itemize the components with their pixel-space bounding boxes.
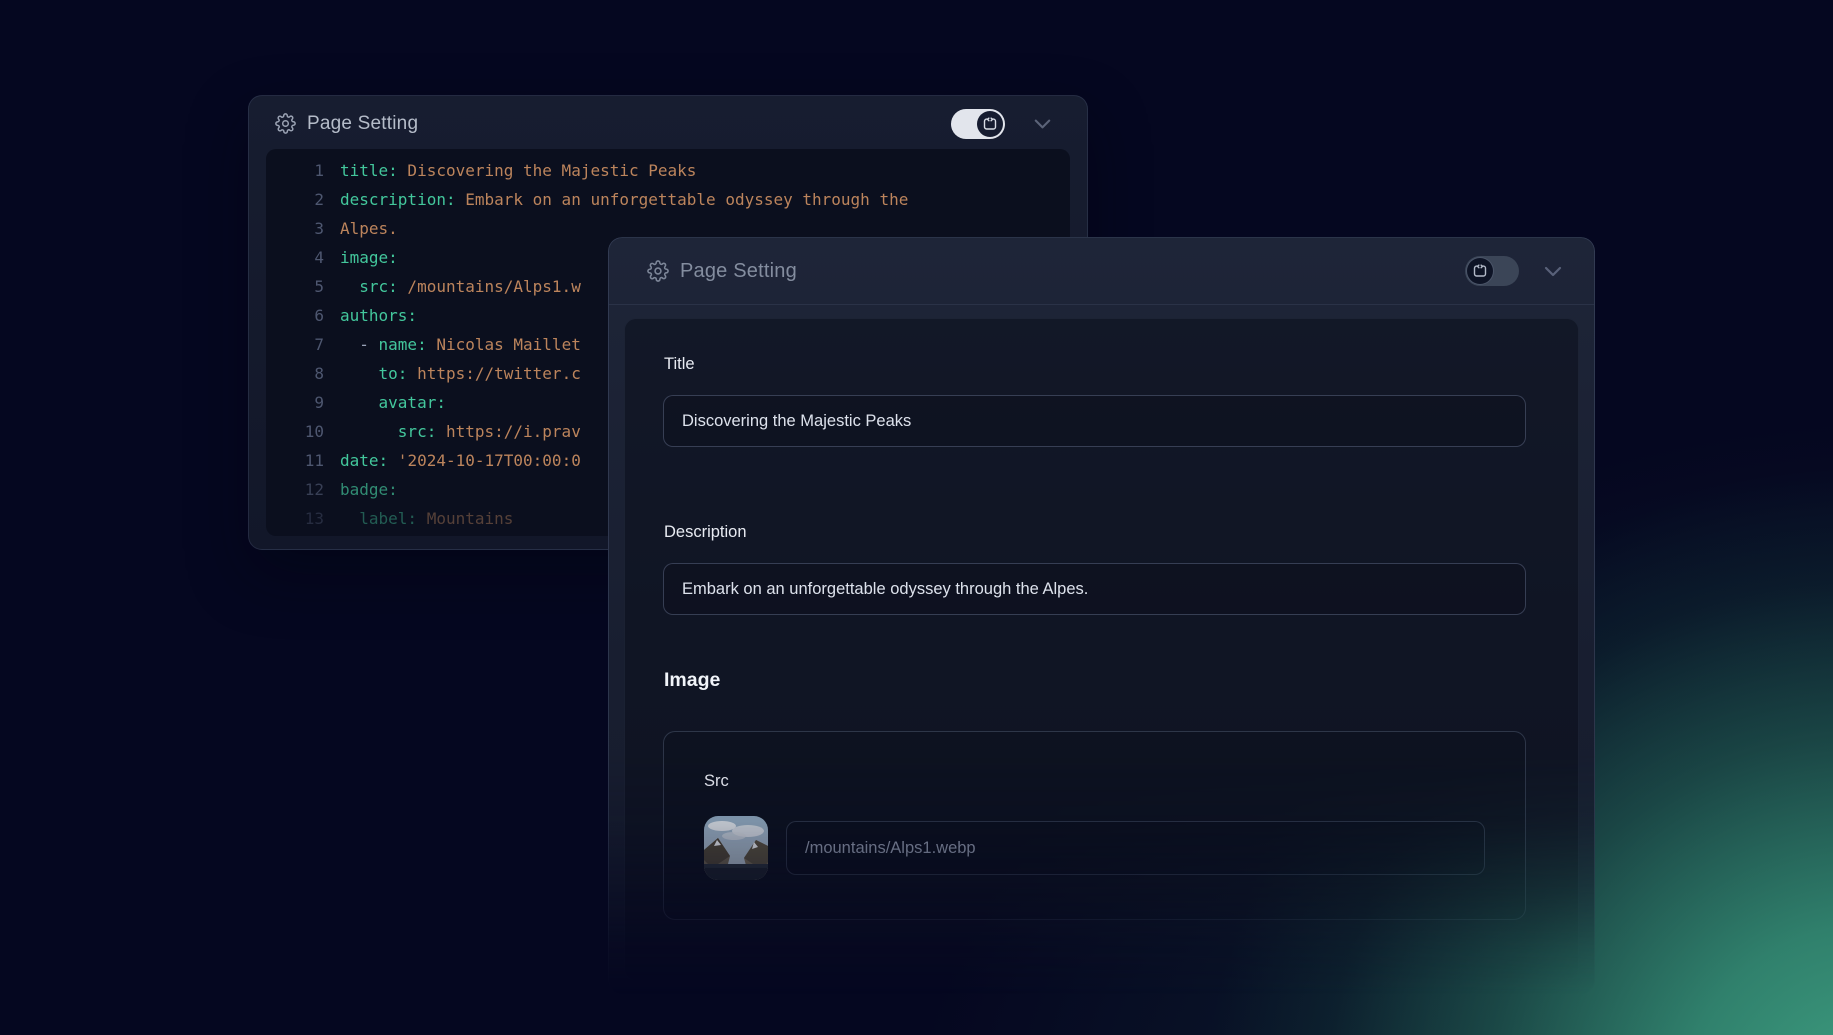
code-view-toggle[interactable] bbox=[951, 109, 1005, 139]
form-card: Title Description Image Src bbox=[624, 318, 1579, 981]
line-number: 2 bbox=[266, 185, 340, 214]
code-view-toggle[interactable] bbox=[1465, 256, 1519, 286]
code-line: 2description: Embark on an unforgettable… bbox=[266, 185, 1070, 214]
code-block-icon bbox=[1472, 263, 1488, 279]
form-window-header: Page Setting bbox=[647, 238, 1565, 305]
title-field-label: Title bbox=[664, 355, 695, 374]
desktop-background: Page Setting 1title: Discovering the Maj… bbox=[0, 0, 1833, 1035]
code-window-header: Page Setting bbox=[275, 96, 1054, 151]
src-row bbox=[704, 816, 1485, 880]
line-number: 9 bbox=[266, 388, 340, 417]
code-line: 1title: Discovering the Majestic Peaks bbox=[266, 156, 1070, 185]
line-number: 6 bbox=[266, 301, 340, 330]
window-title: Page Setting bbox=[680, 260, 797, 283]
description-input[interactable] bbox=[663, 563, 1526, 615]
page-setting-form-window: Page Setting Title Description Image Src bbox=[608, 237, 1595, 994]
src-field-label: Src bbox=[704, 772, 729, 791]
gear-icon bbox=[275, 113, 296, 134]
line-number: 12 bbox=[266, 475, 340, 504]
window-title: Page Setting bbox=[307, 113, 418, 135]
image-section-heading: Image bbox=[664, 669, 720, 692]
toggle-knob bbox=[977, 111, 1003, 137]
image-settings-group: Src bbox=[663, 731, 1526, 920]
line-number: 3 bbox=[266, 214, 340, 243]
toggle-knob bbox=[1467, 258, 1493, 284]
code-block-icon bbox=[982, 116, 998, 132]
line-number: 10 bbox=[266, 417, 340, 446]
code-text: title: Discovering the Majestic Peaks bbox=[340, 156, 1070, 185]
line-number: 1 bbox=[266, 156, 340, 185]
line-number: 7 bbox=[266, 330, 340, 359]
chevron-down-icon[interactable] bbox=[1541, 259, 1565, 283]
code-text: description: Embark on an unforgettable … bbox=[340, 185, 1070, 214]
description-field-label: Description bbox=[664, 523, 747, 542]
line-number: 8 bbox=[266, 359, 340, 388]
gear-icon bbox=[647, 260, 669, 282]
line-number: 13 bbox=[266, 504, 340, 533]
image-src-input[interactable] bbox=[786, 821, 1485, 875]
mountain-photo-thumbnail[interactable] bbox=[704, 816, 768, 880]
line-number: 5 bbox=[266, 272, 340, 301]
chevron-down-icon[interactable] bbox=[1031, 112, 1054, 135]
line-number: 4 bbox=[266, 243, 340, 272]
line-number: 11 bbox=[266, 446, 340, 475]
title-input[interactable] bbox=[663, 395, 1526, 447]
